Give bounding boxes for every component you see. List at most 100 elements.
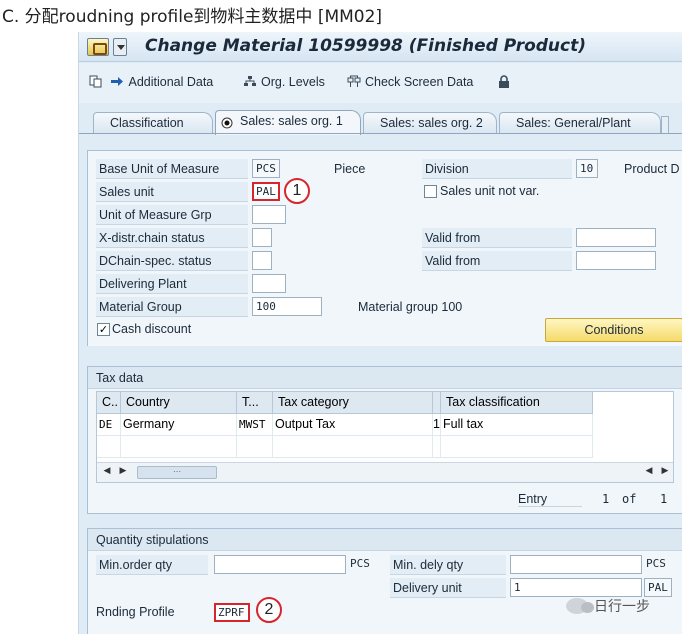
- scroll-right-end-icon[interactable]: ▶: [659, 466, 671, 478]
- arrow-right-icon: [110, 75, 124, 88]
- scrollbar-thumb[interactable]: ⋯: [137, 466, 217, 479]
- sales-unit-not-var-checkbox[interactable]: [424, 185, 437, 198]
- table-empty-cell: [121, 436, 237, 458]
- sap-window: Change Material 10599998 (Finished Produ…: [78, 32, 682, 634]
- entry-button[interactable]: Entry: [518, 492, 582, 507]
- division-field[interactable]: 10: [576, 159, 598, 178]
- table-cell-tax-classification[interactable]: Full tax: [441, 414, 593, 436]
- tax-data-title: Tax data: [88, 367, 682, 389]
- watermark: 日行一步: [566, 596, 650, 616]
- window-title: Change Material 10599998 (Finished Produ…: [145, 36, 587, 56]
- system-menu-icon[interactable]: [87, 38, 109, 56]
- table-cell-country: Germany: [121, 414, 237, 436]
- material-group-label: Material Group: [96, 297, 248, 317]
- rnding-profile-field[interactable]: ZPRF: [214, 603, 250, 622]
- tab-sales-general-plant[interactable]: Sales: General/Plant: [499, 112, 661, 134]
- table-cell-class-code: 1: [433, 414, 441, 436]
- min-dely-qty-field[interactable]: [510, 555, 642, 574]
- uom-group-field[interactable]: [252, 205, 286, 224]
- table-empty-cell: [441, 436, 593, 458]
- product-hierarchy-label: Product D: [624, 162, 680, 176]
- min-order-qty-field[interactable]: [214, 555, 346, 574]
- table-empty-cell: [433, 436, 441, 458]
- radio-selected-icon: [221, 117, 233, 129]
- quantity-stipulations-title: Quantity stipulations: [88, 529, 682, 551]
- table-cell-t: MWST: [237, 414, 273, 436]
- tab-sales-org-2[interactable]: Sales: sales org. 2: [363, 112, 497, 134]
- check-screen-data-label: Check Screen Data: [365, 75, 474, 89]
- valid-from-label-2: Valid from: [422, 251, 572, 271]
- other-view-icon: [89, 75, 103, 88]
- material-group-text: Material group 100: [358, 300, 463, 314]
- tab-classification[interactable]: Classification: [93, 112, 213, 134]
- column-header-tax-category[interactable]: Tax category: [273, 392, 433, 414]
- scroll-left-end-icon[interactable]: ◀: [643, 466, 655, 478]
- entry-current: 1: [602, 492, 610, 506]
- menu-dropdown-icon[interactable]: [113, 38, 127, 56]
- callout-badge-1: 1: [284, 178, 310, 204]
- quantity-stipulations-section: Quantity stipulations Min.order qty PCS …: [87, 528, 682, 634]
- cash-discount-checkbox[interactable]: ✓: [97, 323, 110, 336]
- table-empty-cell: [273, 436, 433, 458]
- lock-icon: [497, 75, 511, 88]
- lock-button[interactable]: [497, 75, 515, 93]
- delivery-unit-field[interactable]: 1: [510, 578, 642, 597]
- delivering-plant-field[interactable]: [252, 274, 286, 293]
- table-empty-cell: [237, 436, 273, 458]
- column-header-tax-classification[interactable]: Tax classification: [441, 392, 593, 414]
- table-empty-cell: [97, 436, 121, 458]
- base-uom-text: Piece: [334, 162, 366, 176]
- entry-of: of: [622, 492, 637, 506]
- delivery-unit-uom-field[interactable]: PAL: [644, 578, 672, 597]
- xdistr-status-label: X-distr.chain status: [96, 228, 248, 248]
- entry-total: 1: [660, 492, 668, 506]
- tab-underline: [79, 133, 682, 134]
- sales-unit-not-var-label: Sales unit not var.: [440, 184, 540, 198]
- cash-discount-label: Cash discount: [112, 322, 192, 336]
- column-header-spacer: [433, 392, 441, 414]
- valid-from-field-2[interactable]: [576, 251, 656, 270]
- column-header-t[interactable]: T...: [237, 392, 273, 414]
- application-toolbar: Additional Data Org. Levels Check Screen…: [79, 63, 682, 103]
- dchain-status-label: DChain-spec. status: [96, 251, 248, 271]
- page-caption: C. 分配roudning profile到物料主数据中 [MM02]: [2, 7, 383, 27]
- delivering-plant-label: Delivering Plant: [96, 274, 248, 294]
- additional-data-label: Additional Data: [128, 75, 214, 89]
- horizontal-scrollbar[interactable]: ◀ ▶ ⋯ ◀ ▶: [97, 462, 673, 482]
- org-levels-button[interactable]: Org. Levels: [243, 75, 325, 93]
- column-header-country[interactable]: Country: [121, 392, 237, 414]
- sales-unit-field[interactable]: PAL: [252, 182, 280, 201]
- general-section: Base Unit of Measure PCS Piece Division …: [87, 150, 682, 346]
- sales-unit-label: Sales unit: [96, 182, 248, 202]
- base-uom-field[interactable]: PCS: [252, 159, 280, 178]
- watermark-text: 日行一步: [594, 599, 650, 615]
- title-bar: Change Material 10599998 (Finished Produ…: [79, 32, 682, 62]
- tab-strip: Classification Sales: sales org. 1 Sales…: [79, 108, 682, 135]
- dchain-status-field[interactable]: [252, 251, 272, 270]
- tab-sales-org-1[interactable]: Sales: sales org. 1: [215, 110, 361, 135]
- org-levels-label: Org. Levels: [261, 75, 325, 89]
- conditions-button[interactable]: Conditions: [545, 318, 682, 342]
- material-group-field[interactable]: 100: [252, 297, 322, 316]
- min-order-qty-unit: PCS: [350, 557, 370, 570]
- rnding-profile-label: Rnding Profile: [96, 605, 175, 619]
- xdistr-status-field[interactable]: [252, 228, 272, 247]
- check-screen-data-button[interactable]: Check Screen Data: [347, 75, 473, 93]
- delivery-unit-label: Delivery unit: [390, 578, 506, 598]
- tax-data-table: C.. Country T... Tax category Tax classi…: [96, 391, 674, 483]
- additional-data-button[interactable]: Additional Data: [89, 75, 213, 93]
- base-uom-label: Base Unit of Measure: [96, 159, 248, 179]
- scroll-left-icon[interactable]: ◀: [101, 466, 113, 478]
- org-levels-icon: [243, 75, 257, 88]
- table-cell-c: DE: [97, 414, 121, 436]
- division-label: Division: [422, 159, 572, 179]
- valid-from-field-1[interactable]: [576, 228, 656, 247]
- callout-badge-2: 2: [256, 597, 282, 623]
- table-cell-tax-category: Output Tax: [273, 414, 433, 436]
- check-screen-icon: [347, 75, 361, 88]
- column-header-c[interactable]: C..: [97, 392, 121, 414]
- wechat-icon: [566, 598, 594, 614]
- scroll-right-icon[interactable]: ▶: [117, 466, 129, 478]
- valid-from-label-1: Valid from: [422, 228, 572, 248]
- min-dely-qty-label: Min. dely qty: [390, 555, 506, 575]
